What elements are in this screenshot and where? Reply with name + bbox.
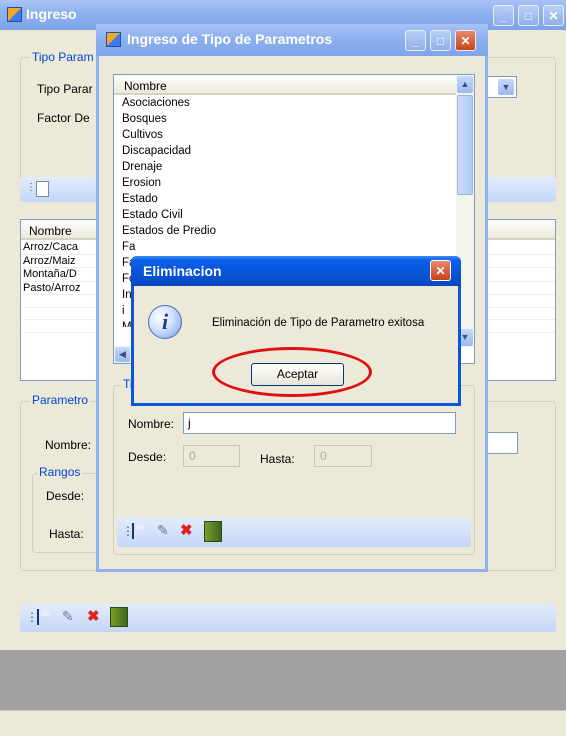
list-item[interactable]: Erosion — [122, 175, 474, 191]
nombre-value: j — [188, 416, 191, 430]
list-item[interactable]: Bosques — [122, 111, 474, 127]
list-item[interactable]: Cultivos — [122, 127, 474, 143]
app-icon — [7, 7, 22, 22]
save-icon[interactable] — [37, 609, 39, 625]
tipo-label: Tipo Parar — [37, 82, 93, 96]
scroll-up-icon[interactable]: ▲ — [457, 76, 473, 93]
nombre-field-main[interactable] — [486, 432, 518, 454]
edit-icon[interactable]: ✎ — [62, 608, 74, 625]
app-icon — [106, 32, 121, 47]
eliminacion-messagebox: Eliminacion ✕ i Eliminación de Tipo de P… — [131, 256, 461, 406]
tipo-combo[interactable]: ▼ — [483, 76, 517, 98]
dialog-list-header-label: Nombre — [124, 79, 167, 93]
scroll-thumb[interactable] — [457, 95, 473, 195]
rangos-group — [32, 473, 102, 553]
list-item[interactable]: Estado Civil — [122, 207, 474, 223]
ok-button[interactable]: Aceptar — [251, 363, 344, 386]
close-icon[interactable]: ✕ — [455, 30, 476, 51]
dialog-desde-label: Desde: — [128, 450, 167, 464]
grip-icon: ⋮ — [26, 182, 36, 193]
chevron-down-icon[interactable]: ▼ — [498, 79, 514, 95]
desde-value: 0 — [189, 449, 196, 463]
close-icon[interactable]: ✕ — [543, 5, 564, 26]
delete-icon[interactable]: ✖ — [87, 607, 100, 625]
messagebox-titlebar[interactable]: Eliminacion ✕ — [131, 256, 461, 286]
dialog-titlebar[interactable]: Ingreso de Tipo de Parametros _ □ ✕ — [96, 24, 488, 56]
rangos-group-label: Rangos — [37, 465, 83, 479]
factor-label: Factor De — [37, 111, 90, 125]
maximize-icon[interactable]: □ — [518, 5, 539, 26]
minimize-icon[interactable]: _ — [493, 5, 514, 26]
main-list-header-label: Nombre — [29, 224, 72, 238]
ok-button-label: Aceptar — [276, 367, 319, 381]
dialog-nombre-label: Nombre: — [128, 417, 175, 431]
parametro-group-label: Parametro — [30, 393, 91, 407]
main-toolstrip-bottom: ⋮ ✎ ✖ — [20, 604, 556, 632]
list-item[interactable]: Asociaciones — [122, 95, 474, 111]
list-item[interactable]: Drenaje — [122, 159, 474, 175]
tipo-param-group-label: Tipo Param — [30, 50, 96, 64]
dialog-title: Ingreso de Tipo de Parametros — [127, 31, 333, 47]
messagebox-text: Eliminación de Tipo de Parametro exitosa — [212, 317, 425, 329]
dialog-list-header[interactable]: Nombre — [114, 75, 456, 95]
dialog-desde-field[interactable]: 0 — [183, 445, 240, 467]
hasta-value: 0 — [320, 449, 327, 463]
list-item[interactable]: Fa — [122, 239, 474, 255]
dialog-hasta-label: Hasta: — [260, 452, 295, 466]
exit-icon[interactable] — [110, 607, 128, 627]
desde-label: Desde: — [46, 489, 85, 503]
edit-icon[interactable]: ✎ — [157, 522, 169, 539]
info-icon: i — [148, 305, 182, 339]
scroll-left-icon[interactable]: ◀ — [115, 347, 130, 362]
minimize-icon[interactable]: _ — [405, 30, 426, 51]
main-title: Ingreso — [26, 6, 77, 22]
list-item[interactable]: Discapacidad — [122, 143, 474, 159]
save-icon[interactable] — [132, 523, 134, 539]
exit-icon[interactable] — [204, 521, 222, 542]
new-document-icon[interactable] — [36, 181, 49, 197]
dialog-hasta-field[interactable]: 0 — [314, 445, 372, 467]
dialog-toolstrip: ⋮ ✎ ✖ — [117, 517, 471, 547]
dialog-nombre-field[interactable]: j — [183, 412, 456, 434]
messagebox-title: Eliminacion — [143, 263, 222, 279]
status-bar — [0, 710, 566, 736]
dark-band — [0, 650, 566, 710]
nombre-label: Nombre: — [45, 438, 92, 452]
list-item[interactable]: Estados de Predio — [122, 223, 474, 239]
close-icon[interactable]: ✕ — [430, 260, 451, 281]
list-item[interactable]: Estado — [122, 191, 474, 207]
delete-icon[interactable]: ✖ — [180, 521, 193, 539]
hasta-label: Hasta: — [49, 527, 84, 541]
maximize-icon[interactable]: □ — [430, 30, 451, 51]
